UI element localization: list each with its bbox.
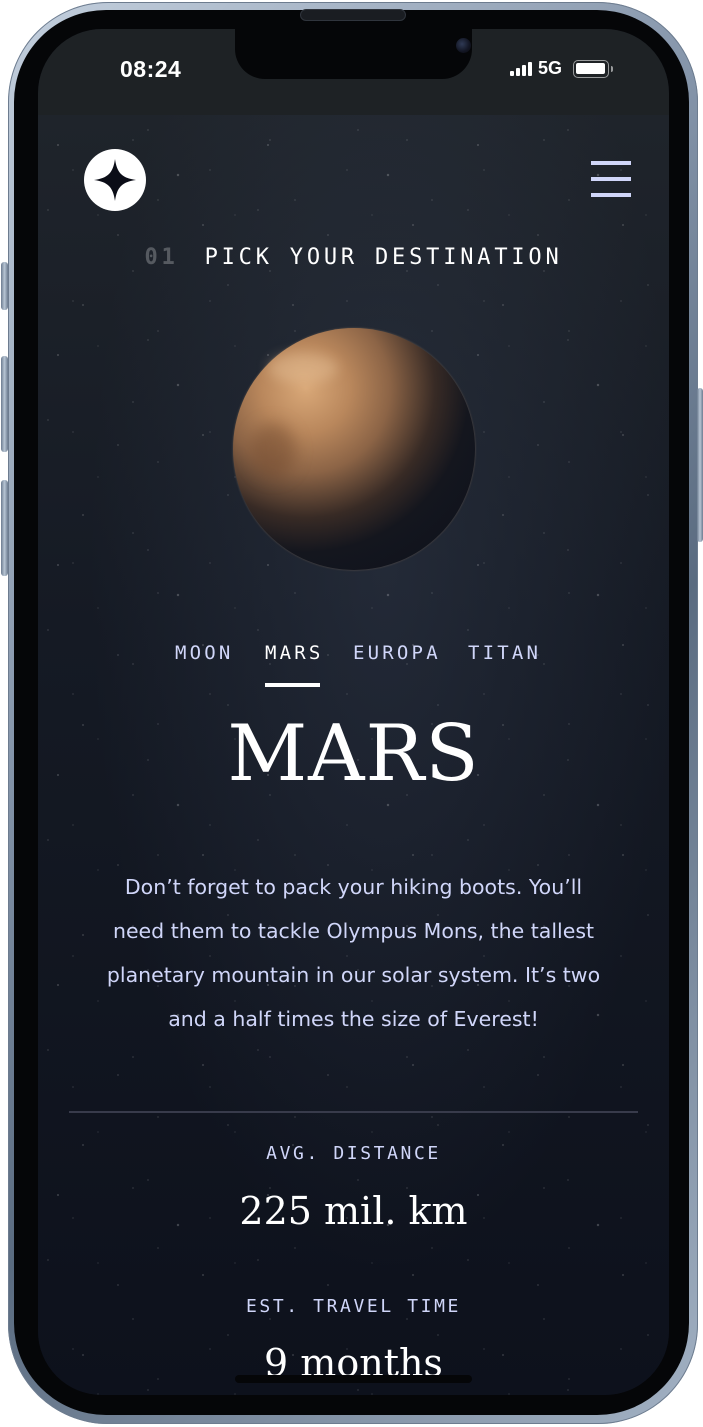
mars-planet-image xyxy=(233,328,475,570)
avg-distance-value: 225 mil. km xyxy=(239,1189,468,1233)
divider xyxy=(69,1111,638,1113)
power-button xyxy=(697,388,703,542)
destination-tabs: MOON MARS EUROPA TITAN xyxy=(38,639,669,689)
notch xyxy=(235,29,472,79)
page-heading-text: PICK YOUR DESTINATION xyxy=(204,245,563,270)
destination-name: MARS xyxy=(227,709,480,799)
status-bar: 08:24 5G xyxy=(38,29,669,115)
cellular-signal-icon xyxy=(510,62,532,76)
tab-europa[interactable]: EUROPA xyxy=(353,639,441,687)
destination-description: Don’t forget to pack your hiking boots. … xyxy=(106,875,601,1031)
network-type: 5G xyxy=(538,58,563,78)
tab-titan[interactable]: TITAN xyxy=(468,639,541,687)
tab-moon[interactable]: MOON xyxy=(175,639,234,687)
volume-up-button xyxy=(1,356,8,452)
home-indicator xyxy=(235,1375,472,1383)
front-camera xyxy=(456,38,471,53)
app-content: 01 PICK YOUR DESTINATION MOON MARS EUROPA… xyxy=(38,115,669,1395)
screen: 08:24 5G 01 PICK YOUR DESTINATION MOON M… xyxy=(38,29,669,1395)
speaker-grille xyxy=(300,9,406,21)
avg-distance-label: AVG. DISTANCE xyxy=(266,1143,441,1164)
battery-icon xyxy=(573,60,613,78)
four-point-star-logo[interactable] xyxy=(84,149,146,211)
status-time: 08:24 xyxy=(120,56,182,82)
volume-down-button xyxy=(1,480,8,576)
page-heading: 01 PICK YOUR DESTINATION xyxy=(38,245,669,270)
travel-time-label: EST. TRAVEL TIME xyxy=(246,1296,461,1317)
step-number: 01 xyxy=(144,245,179,270)
tab-mars[interactable]: MARS xyxy=(265,639,324,687)
hamburger-menu-icon[interactable] xyxy=(591,161,631,197)
star-icon xyxy=(94,159,136,201)
mute-switch xyxy=(1,262,8,310)
